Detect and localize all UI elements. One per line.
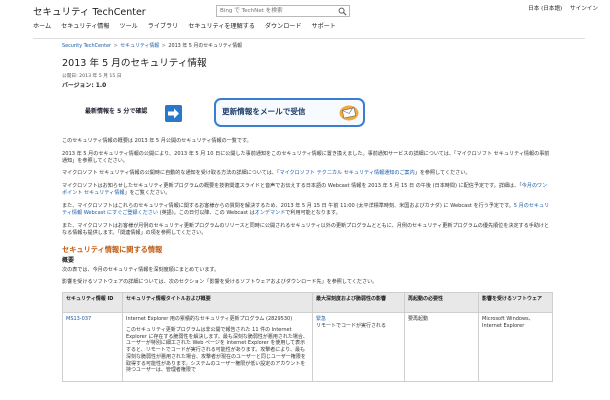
notification-paragraph: マイクロソフト セキュリティ情報の公開時に自動的な通知を受け取る方法の詳細につい… — [62, 170, 552, 177]
webcast-text-end: で利用可能となります。 — [285, 209, 341, 216]
envelope-icon — [339, 105, 359, 121]
top-right-links: 日本 (日本語) サインイン — [522, 6, 598, 14]
impact-text: リモートでコードが実行される — [316, 322, 387, 329]
table-header-row: セキュリティ情報 ID セキュリティ情報タイトルおよび概要 最大深刻度および脆弱… — [62, 292, 553, 314]
col-header-severity: 最大深刻度および脆弱性の影響 — [312, 292, 405, 314]
nav-item-library[interactable]: ライブラリ — [148, 23, 178, 31]
page-title: 2013 年 5 月のセキュリティ情報 — [62, 57, 207, 69]
bulletin-table: セキュリティ情報 ID セキュリティ情報タイトルおよび概要 最大深刻度および脆弱… — [62, 292, 553, 383]
bulletin-title: Internet Explorer 用の累積的なセキュリティ更新プログラム (2… — [126, 316, 293, 323]
summary-line-1: 次の表では、今月のセキュリティ情報を深刻度順にまとめています。 — [62, 267, 220, 274]
notification-link[interactable]: マイクロソフト テクニカル セキュリティ情報通知のご案内 — [279, 170, 414, 176]
cell-bulletin-id: MS13-037 — [62, 312, 123, 383]
breadcrumb-item-techcenter[interactable]: Security TechCenter — [62, 43, 111, 49]
table-row: MS13-037 Internet Explorer 用の累積的なセキュリティ更… — [62, 312, 553, 383]
banner-row: 最新情報を 5 分で確認 更新情報をメールで受信 — [62, 96, 552, 132]
notification-text-end: 」を参照してください。 — [414, 170, 471, 177]
breadcrumb-current: 2013 年 5 月のセキュリティ情報 — [168, 43, 243, 49]
nav-item-understand-security[interactable]: セキュリティを理解する — [188, 23, 255, 31]
webcast-jp-paragraph: マイクロソフトはお知らせしたセキュリティ更新プログラムの概要を技術関連スライドと… — [62, 183, 552, 197]
email-subscribe-banner[interactable]: 更新情報をメールで受信 — [214, 97, 365, 127]
version-label: バージョン: 1.0 — [62, 82, 107, 89]
breadcrumb-item-bulletins[interactable]: セキュリティ情報 — [120, 43, 159, 49]
nav-item-downloads[interactable]: ダウンロード — [265, 23, 302, 31]
cell-title: Internet Explorer 用の累積的なセキュリティ更新プログラム (2… — [122, 312, 313, 383]
severity-link[interactable]: 緊急 — [316, 316, 401, 323]
latest-info-banner[interactable]: 最新情報を 5 分で確認 — [82, 104, 184, 123]
col-header-restart: 再起動の必要性 — [404, 292, 479, 314]
signin-link[interactable]: サインイン — [570, 6, 598, 12]
search-input[interactable] — [217, 6, 335, 16]
col-header-software: 影響を受けるソフトウェア — [478, 292, 553, 314]
main-content: Security TechCenter > セキュリティ情報 > 2013 年 … — [62, 43, 553, 383]
arrow-right-icon — [165, 104, 182, 122]
breadcrumb: Security TechCenter > セキュリティ情報 > 2013 年 … — [62, 43, 552, 50]
cell-restart: 要再起動 — [404, 312, 479, 383]
nav-item-security-bulletins[interactable]: セキュリティ情報 — [61, 23, 109, 31]
section-heading: セキュリティ情報に関する情報 — [62, 244, 163, 254]
breadcrumb-separator: > — [160, 43, 168, 49]
webcast-jp-text-end: 」をご覧ください。 — [124, 190, 171, 197]
cell-severity: 緊急 リモートでコードが実行される — [312, 312, 405, 383]
priority-paragraph: また、マイクロソフトはお客様が月例のセキュリティ更新プログラムのリリースと同時に… — [62, 222, 550, 236]
main-nav: ホーム セキュリティ情報 ツール ライブラリ セキュリティを理解する ダウンロー… — [33, 23, 336, 31]
notification-text: マイクロソフト セキュリティ情報の公開時に自動的な通知を受け取る方法の詳細につい… — [62, 170, 280, 177]
breadcrumb-separator: > — [112, 43, 120, 49]
nav-item-support[interactable]: サポート — [311, 23, 335, 31]
bulletin-id-link[interactable]: MS13-037 — [66, 316, 91, 322]
email-subscribe-label: 更新情報をメールで受信 — [222, 106, 306, 116]
published-date: 公開日: 2013 年 5 月 15 日 — [62, 73, 122, 79]
latest-info-label: 最新情報を 5 分で確認 — [85, 107, 148, 115]
col-header-id: セキュリティ情報 ID — [62, 292, 123, 314]
nav-item-home[interactable]: ホーム — [33, 23, 51, 31]
cell-software: Microsoft Windows、Internet Explorer — [478, 312, 553, 383]
site-brand[interactable]: セキュリティ TechCenter — [33, 7, 146, 20]
on-demand-link[interactable]: オンデマンド — [255, 210, 286, 216]
search-icon[interactable] — [338, 7, 347, 16]
search-box[interactable] — [216, 5, 350, 17]
webcast-text-mid: (英語)。この日付以降、この Webcast は — [157, 209, 255, 216]
summary-heading: 概要 — [62, 257, 75, 265]
summary-line-2: 影響を受けるソフトウェアの詳細については、次のセクション「影響を受けるソフトウェ… — [62, 279, 378, 286]
locale-selector[interactable]: 日本 (日本語) — [528, 6, 562, 12]
nav-item-tools[interactable]: ツール — [120, 23, 138, 31]
intro-paragraph: このセキュリティ情報の概要は 2013 年 5 月公開のセキュリティ情報の一覧で… — [62, 137, 252, 144]
webcast-paragraph: また、マイクロソフトはこれらのセキュリティ情報に関するお客様からの質問を解決する… — [62, 203, 552, 217]
webcast-jp-text: マイクロソフトはお知らせしたセキュリティ更新プログラムの概要を技術関連スライドと… — [62, 183, 522, 190]
col-header-title: セキュリティ情報タイトルおよび概要 — [122, 292, 313, 314]
webcast-text: また、マイクロソフトはこれらのセキュリティ情報に関するお客様からの質問を解決する… — [62, 203, 514, 210]
advance-notice-paragraph: 2013 年 5 月のセキュリティ情報の公開により、2013 年 5 月 10 … — [62, 150, 550, 164]
site-header: セキュリティ TechCenter 日本 (日本語) サインイン ホーム セキュ… — [0, 0, 610, 38]
header-divider — [33, 38, 585, 39]
bulletin-description: このセキュリティ更新プログラムは非公開で報告された 11 件の Internet… — [126, 326, 308, 374]
